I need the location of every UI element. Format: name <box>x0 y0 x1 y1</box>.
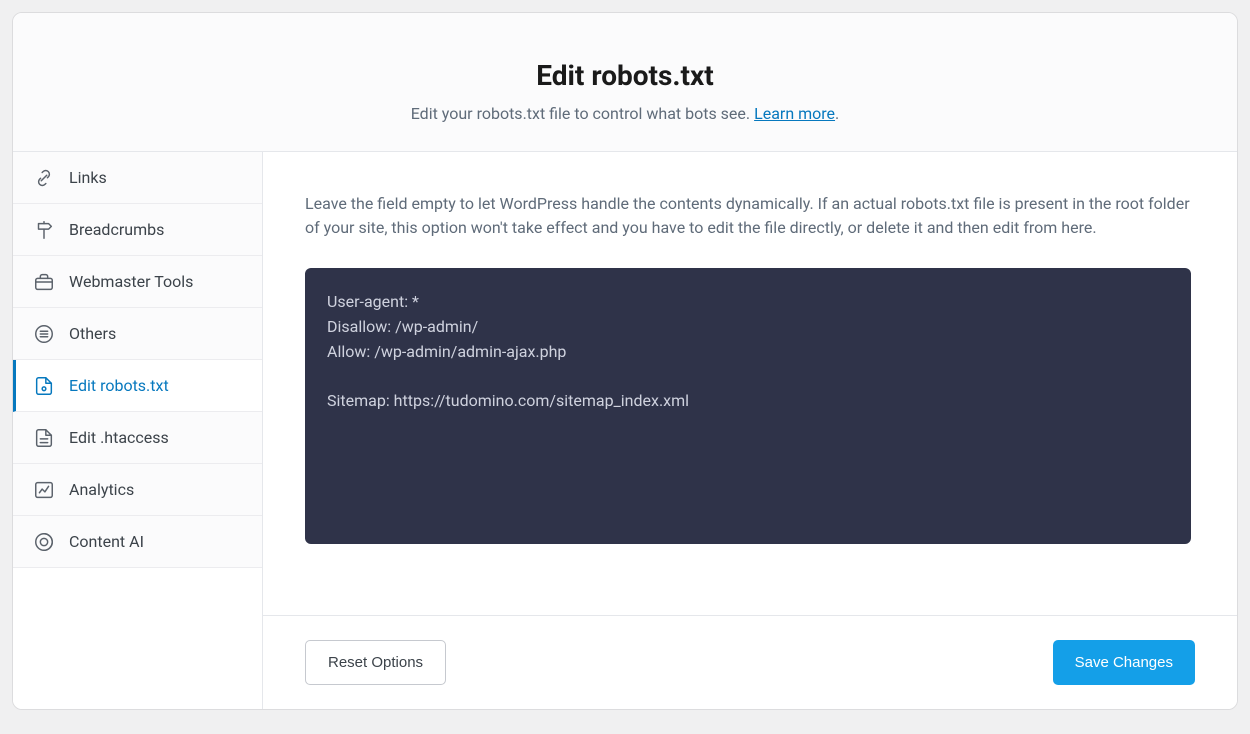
panel-header: Edit robots.txt Edit your robots.txt fil… <box>13 13 1237 152</box>
sidebar-item-label: Others <box>69 324 116 343</box>
help-text: Leave the field empty to let WordPress h… <box>305 192 1191 240</box>
file-robot-icon <box>33 375 55 397</box>
sidebar-item-analytics[interactable]: Analytics <box>13 464 262 516</box>
sidebar-item-edit-htaccess[interactable]: Edit .htaccess <box>13 412 262 464</box>
sidebar-item-label: Links <box>69 168 107 187</box>
sidebar-item-label: Breadcrumbs <box>69 220 164 239</box>
link-icon <box>33 167 55 189</box>
sidebar-item-breadcrumbs[interactable]: Breadcrumbs <box>13 204 262 256</box>
page-subtitle: Edit your robots.txt file to control wha… <box>33 104 1217 123</box>
settings-panel: Edit robots.txt Edit your robots.txt fil… <box>12 12 1238 710</box>
sidebar-item-label: Webmaster Tools <box>69 272 193 291</box>
target-icon <box>33 531 55 553</box>
main-content: Leave the field empty to let WordPress h… <box>263 152 1237 615</box>
page-title: Edit robots.txt <box>33 59 1217 92</box>
sidebar-item-label: Edit robots.txt <box>69 376 169 395</box>
robots-editor[interactable] <box>305 268 1191 544</box>
sidebar-item-label: Edit .htaccess <box>69 428 169 447</box>
reset-button[interactable]: Reset Options <box>305 640 446 685</box>
signpost-icon <box>33 219 55 241</box>
list-icon <box>33 323 55 345</box>
save-button[interactable]: Save Changes <box>1053 640 1195 685</box>
sidebar-item-edit-robots[interactable]: Edit robots.txt <box>13 360 262 412</box>
chart-icon <box>33 479 55 501</box>
sidebar-item-label: Analytics <box>69 480 134 499</box>
file-text-icon <box>33 427 55 449</box>
sidebar-item-links[interactable]: Links <box>13 152 262 204</box>
panel-body: Links Breadcrumbs Webmaster Tools <box>13 152 1237 709</box>
sidebar-item-label: Content AI <box>69 532 144 551</box>
sidebar-item-others[interactable]: Others <box>13 308 262 360</box>
learn-more-link[interactable]: Learn more <box>754 104 835 123</box>
footer: Reset Options Save Changes <box>263 615 1237 709</box>
toolbox-icon <box>33 271 55 293</box>
subtitle-suffix: . <box>835 104 839 123</box>
sidebar-item-webmaster-tools[interactable]: Webmaster Tools <box>13 256 262 308</box>
subtitle-text: Edit your robots.txt file to control wha… <box>411 104 754 123</box>
main-area: Leave the field empty to let WordPress h… <box>263 152 1237 709</box>
sidebar-item-content-ai[interactable]: Content AI <box>13 516 262 568</box>
sidebar: Links Breadcrumbs Webmaster Tools <box>13 152 263 709</box>
